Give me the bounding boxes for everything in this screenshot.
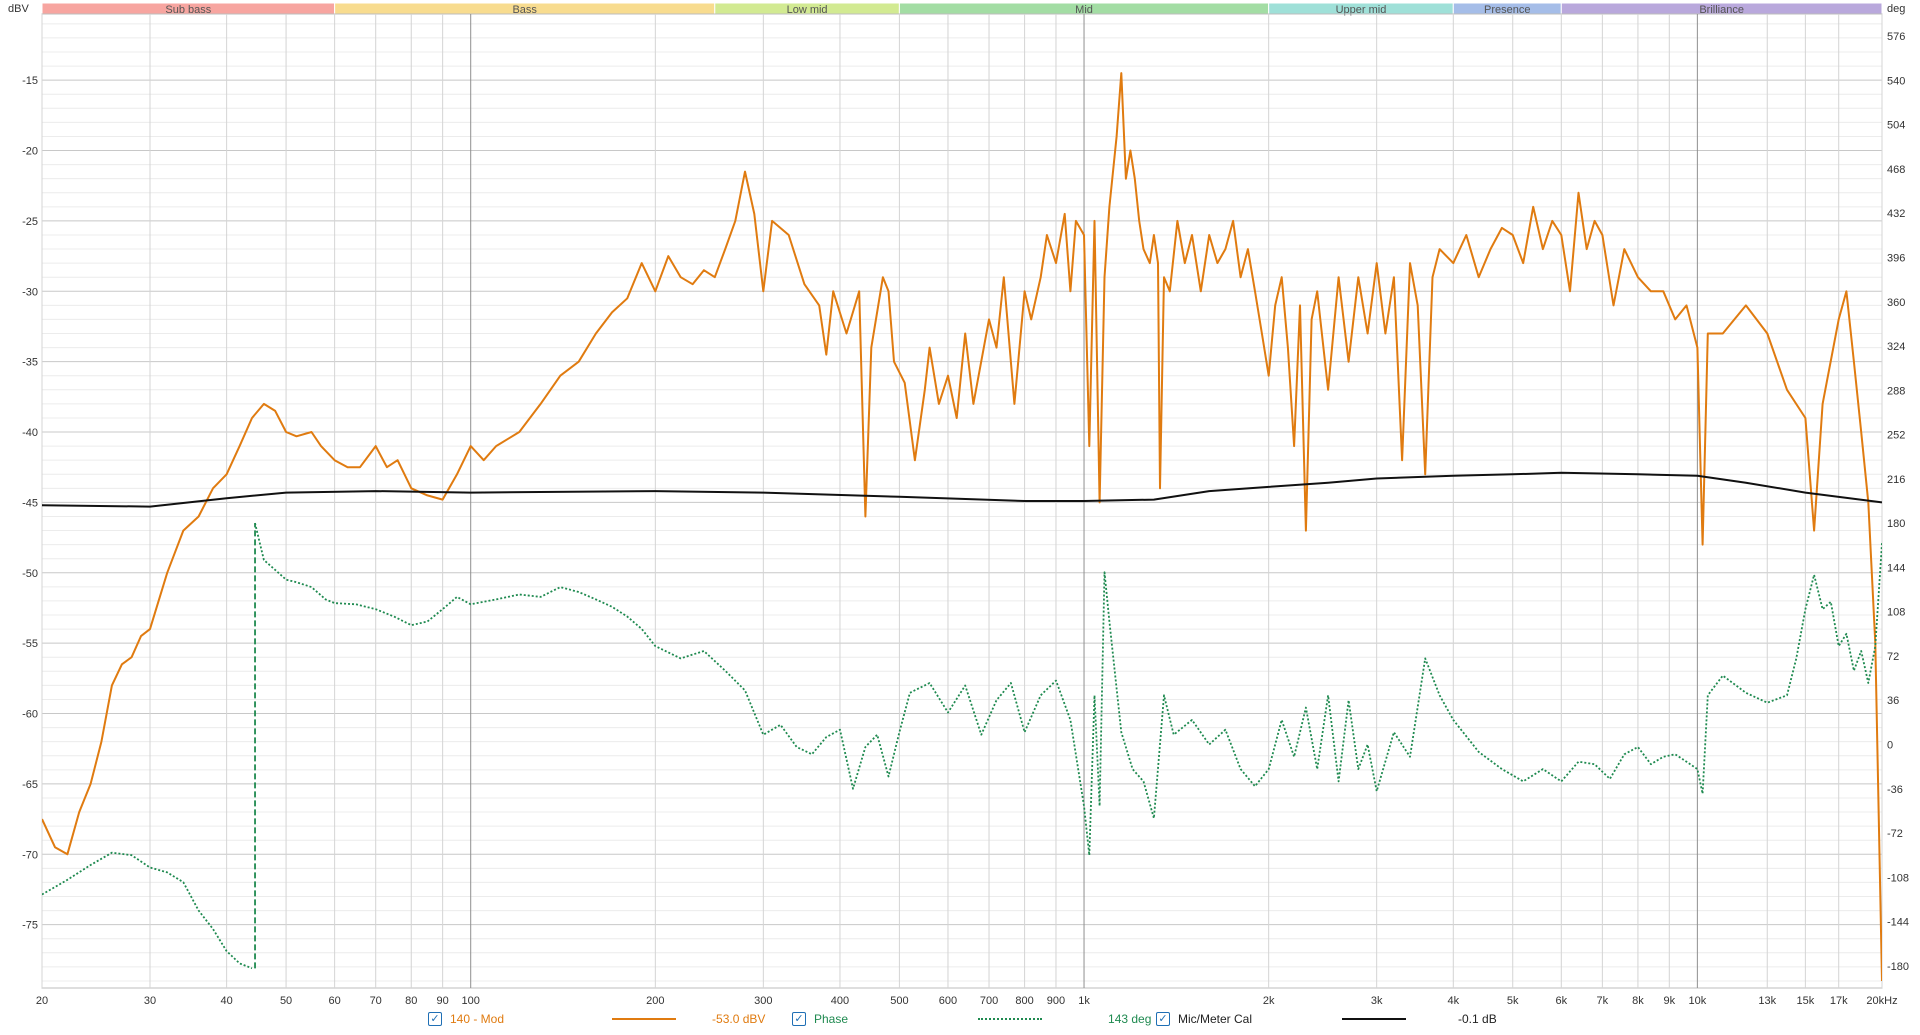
- x-tick-label: 500: [890, 995, 908, 1007]
- x-tick-label: 4k: [1447, 995, 1459, 1007]
- legend-value: -0.1 dB: [1458, 1012, 1497, 1026]
- y-left-tick-label: -50: [22, 568, 38, 580]
- y-right-tick-label: -72: [1887, 828, 1903, 840]
- series-line-mic-meter-cal: [42, 471, 1882, 508]
- y-right-tick-label: 36: [1887, 695, 1899, 707]
- y-right-tick-label: 540: [1887, 75, 1905, 87]
- y-left-tick-label: -75: [22, 920, 38, 932]
- left-axis-unit: dBV: [8, 3, 29, 15]
- legend-label: 140 - Mod: [450, 1012, 505, 1026]
- legend-item-140-mod[interactable]: ✓ 140 - Mod -53.0 dBV: [428, 1010, 765, 1028]
- x-tick-label: 40: [221, 995, 233, 1007]
- legend-swatch: [612, 1018, 677, 1020]
- x-tick-label: 70: [370, 995, 382, 1007]
- y-right-tick-label: 0: [1887, 740, 1893, 752]
- x-tick-label: 300: [754, 995, 772, 1007]
- legend-label: Mic/Meter Cal: [1178, 1012, 1253, 1026]
- x-tick-label: 13k: [1758, 995, 1776, 1007]
- x-tick-label: 200: [646, 995, 664, 1007]
- y-right-tick-label: 396: [1887, 253, 1905, 265]
- x-tick-label: 600: [939, 995, 957, 1007]
- y-right-tick-label: -180: [1887, 961, 1909, 973]
- checkbox-140-mod[interactable]: ✓: [428, 1012, 442, 1026]
- y-right-tick-label: 324: [1887, 341, 1905, 353]
- right-axis-unit: deg: [1887, 3, 1905, 15]
- y-right-tick-label: 144: [1887, 562, 1905, 574]
- y-right-tick-label: 576: [1887, 31, 1905, 43]
- x-tick-label: 30: [144, 995, 156, 1007]
- x-tick-label: 50: [280, 995, 292, 1007]
- y-right-tick-label: 108: [1887, 607, 1905, 619]
- legend-swatch: [1342, 1018, 1407, 1020]
- legend-value: 143 deg: [1108, 1012, 1152, 1026]
- frequency-response-chart: Sub bass Bass Low mid Mid Upper mid Presence B…: [0, 0, 1920, 1030]
- y-right-tick-label: 288: [1887, 385, 1905, 397]
- x-tick-label: 20: [36, 995, 48, 1007]
- y-left-tick-label: -20: [22, 146, 38, 158]
- checkbox-phase[interactable]: ✓: [792, 1012, 806, 1026]
- y-right-tick-label: 360: [1887, 297, 1905, 309]
- y-right-tick-label: 216: [1887, 474, 1905, 486]
- x-tick-label: 800: [1015, 995, 1033, 1007]
- checkbox-mic-meter-cal[interactable]: ✓: [1156, 1012, 1170, 1026]
- x-tick-label: 9k: [1663, 995, 1675, 1007]
- y-right-tick-label: 504: [1887, 120, 1905, 132]
- x-tick-label: 15k: [1796, 995, 1814, 1007]
- x-tick-label: 80: [405, 995, 417, 1007]
- y-right-tick-label: -144: [1887, 917, 1909, 929]
- x-tick-label: 700: [980, 995, 998, 1007]
- y-right-tick-label: 252: [1887, 430, 1905, 442]
- x-tick-label: 8k: [1632, 995, 1644, 1007]
- x-tick-label: 7k: [1597, 995, 1609, 1007]
- y-left-tick-label: -65: [22, 779, 38, 791]
- x-tick-label: 1k: [1078, 995, 1090, 1007]
- x-tick-label: 60: [329, 995, 341, 1007]
- legend-label: Phase: [814, 1012, 849, 1026]
- y-right-tick-label: -36: [1887, 784, 1903, 796]
- y-left-tick-label: -40: [22, 427, 38, 439]
- legend-item-phase[interactable]: ✓ Phase 143 deg: [792, 1010, 1151, 1028]
- legend-value: -53.0 dBV: [712, 1012, 766, 1026]
- y-left-tick-label: -70: [22, 849, 38, 861]
- x-tick-label: 400: [831, 995, 849, 1007]
- y-left-tick-label: -30: [22, 286, 38, 298]
- x-tick-label: 20kHz: [1866, 995, 1897, 1007]
- plot-frame: [41, 13, 1883, 989]
- x-tick-label: 100: [462, 995, 480, 1007]
- y-left-tick-label: -60: [22, 709, 38, 721]
- y-right-tick-label: 432: [1887, 208, 1905, 220]
- x-tick-label: 90: [437, 995, 449, 1007]
- y-left-tick-label: -45: [22, 497, 38, 509]
- x-tick-label: 5k: [1507, 995, 1519, 1007]
- y-left-tick-label: -55: [22, 638, 38, 650]
- x-tick-label: 6k: [1555, 995, 1567, 1007]
- y-left-tick-label: -15: [22, 75, 38, 87]
- y-left-tick-label: -35: [22, 357, 38, 369]
- x-tick-label: 900: [1047, 995, 1065, 1007]
- y-right-tick-label: 72: [1887, 651, 1899, 663]
- series-line-140-mod: [42, 72, 1882, 982]
- y-right-tick-label: 180: [1887, 518, 1905, 530]
- y-right-tick-label: -108: [1887, 872, 1909, 884]
- y-right-tick-label: 468: [1887, 164, 1905, 176]
- plot-svg: Sub bass Bass Low mid Mid Upper mid Presence B…: [8, 2, 1909, 1007]
- x-tick-label: 3k: [1371, 995, 1383, 1007]
- x-tick-label: 10k: [1688, 995, 1706, 1007]
- series-line-phase: [42, 522, 1882, 970]
- y-left-tick-label: -25: [22, 216, 38, 228]
- x-tick-label: 17k: [1830, 995, 1848, 1007]
- x-tick-label: 2k: [1263, 995, 1275, 1007]
- legend-swatch: [978, 1018, 1043, 1020]
- legend-item-mic-meter-cal[interactable]: ✓ Mic/Meter Cal -0.1 dB: [1156, 1010, 1497, 1028]
